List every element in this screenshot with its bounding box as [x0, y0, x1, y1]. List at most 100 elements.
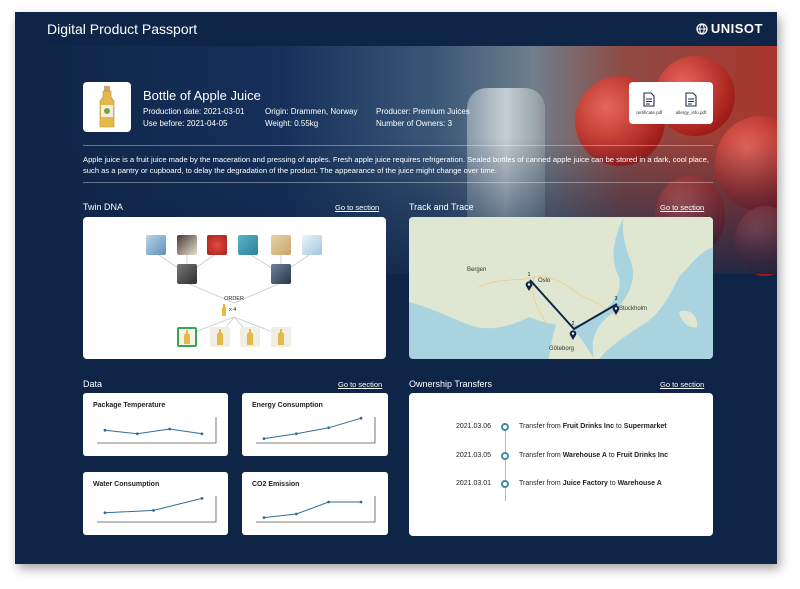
chart-point: [200, 497, 204, 500]
place-stockholm: Stockholm: [619, 306, 648, 312]
dna-connections: [155, 252, 313, 336]
transfer-date: 2021.03.06: [455, 423, 491, 430]
juice-factory-node[interactable]: [177, 264, 197, 284]
bottle-node[interactable]: [240, 327, 260, 347]
producer: Producer: Premium Juices: [376, 107, 470, 116]
transfer-text: Transfer from Warehouse A to Fruit Drink…: [519, 452, 668, 459]
brand-name: UNISOT: [710, 21, 763, 36]
bottle-icon: [217, 329, 223, 345]
chart-point: [200, 432, 204, 436]
route-map: [409, 217, 713, 359]
sugar-ingredient-node[interactable]: [177, 235, 197, 255]
chart-point: [152, 509, 155, 512]
bottle-icon: [278, 329, 284, 345]
top-bar: Digital Product Passport UNISOT: [15, 12, 777, 46]
bottle-node[interactable]: [271, 327, 291, 347]
route-stop-2[interactable]: 2: [569, 321, 577, 345]
package-temperature-card[interactable]: Package Temperature: [83, 393, 228, 456]
energy-consumption-card[interactable]: Energy Consumption: [242, 393, 388, 456]
cap-ingredient-node[interactable]: [302, 235, 322, 255]
glass-ingredient-node[interactable]: [238, 235, 258, 255]
origin: Origin: Drammen, Norway: [265, 107, 358, 116]
water-ingredient-node[interactable]: [146, 235, 166, 255]
transfer-to: Warehouse A: [617, 480, 662, 487]
chart-point: [327, 500, 331, 504]
label-ingredient-node[interactable]: [271, 235, 291, 255]
order-label: ORDER: [224, 296, 244, 302]
chart-point: [262, 516, 266, 519]
sparkline: [256, 496, 376, 523]
timeline-line: [505, 429, 506, 501]
order-node[interactable]: x 4: [221, 304, 236, 316]
chart-point: [103, 511, 107, 515]
apple-ingredient-node[interactable]: [207, 235, 227, 255]
chart-point: [103, 428, 107, 432]
transfer-date: 2021.03.01: [455, 480, 491, 487]
transfer-from: Fruit Drinks Inc: [562, 423, 615, 430]
co2-emission-card[interactable]: CO2 Emission: [242, 472, 388, 535]
transfer-prefix: Transfer from: [519, 452, 563, 459]
divider: [83, 182, 713, 183]
chart-axis: [256, 496, 376, 523]
transfer-prefix: Transfer from: [519, 423, 563, 430]
sparkline: [97, 417, 217, 444]
transfer-mid: to: [607, 480, 618, 487]
map-pin-icon: [569, 330, 577, 340]
product-dates: Production date: 2021-03-01 Use before: …: [143, 106, 244, 130]
stop-number: 2: [571, 321, 575, 327]
weight: Weight: 0.55kg: [265, 119, 319, 128]
owner-count: Number of Owners: 3: [376, 119, 453, 128]
data-title: Data: [83, 379, 103, 389]
water-consumption-card[interactable]: Water Consumption: [83, 472, 228, 535]
chart-point: [168, 427, 172, 431]
product-producer: Producer: Premium Juices Number of Owner…: [376, 106, 470, 130]
apple-photo: [735, 206, 777, 276]
route-stop-1[interactable]: 1: [525, 272, 533, 296]
track-link[interactable]: Go to section: [660, 203, 704, 212]
bottle-node-selected[interactable]: [177, 327, 197, 347]
card-title: CO2 Emission: [252, 481, 300, 488]
ownership-panel: 2021.03.06 Transfer from Fruit Drinks In…: [409, 393, 713, 536]
sparkline: [97, 496, 217, 523]
chart-point: [262, 437, 266, 440]
map-panel[interactable]: Bergen Oslo Stockholm Göteborg 1 2 3: [409, 217, 713, 359]
order-quantity: x 4: [229, 307, 237, 313]
certificate-document[interactable]: certificate.pdf: [636, 91, 662, 115]
brand-logo[interactable]: UNISOT: [696, 21, 763, 36]
ownership-link[interactable]: Go to section: [660, 380, 704, 389]
transfer-from: Warehouse A: [562, 452, 607, 459]
twin-dna-link[interactable]: Go to section: [335, 203, 379, 212]
sparkline: [256, 416, 376, 444]
chart-line: [263, 501, 361, 519]
route-stop-3[interactable]: 3: [612, 296, 620, 320]
card-title: Package Temperature: [93, 402, 166, 409]
data-link[interactable]: Go to section: [338, 380, 382, 389]
transfer-date: 2021.03.05: [455, 452, 491, 459]
map-pin-icon: [612, 305, 620, 315]
document-icon: [685, 91, 697, 107]
timeline-dot: [501, 423, 509, 431]
stop-number: 1: [527, 272, 531, 278]
divider: [83, 145, 713, 146]
ownership-title: Ownership Transfers: [409, 379, 493, 389]
transfer-mid: to: [614, 423, 624, 430]
chart-line: [263, 417, 362, 440]
bottle-icon: [247, 329, 253, 345]
bottle-node[interactable]: [210, 327, 230, 347]
bottle-icon: [222, 304, 226, 316]
map-pin-icon: [525, 281, 533, 291]
place-oslo: Oslo: [538, 278, 551, 284]
bottling-node[interactable]: [271, 264, 291, 284]
product-name: Bottle of Apple Juice: [143, 88, 261, 103]
transfer-from: Juice Factory: [562, 480, 608, 487]
document-icon: [643, 91, 655, 107]
twin-dna-panel: ORDER x 4: [83, 217, 386, 359]
apple-photo: [715, 116, 777, 211]
use-before-date: Use before: 2021-04-05: [143, 119, 228, 128]
track-title: Track and Trace: [409, 202, 474, 212]
allergy-document[interactable]: allergy_info.pdf: [675, 91, 707, 115]
product-image: [83, 82, 131, 132]
stop-number: 3: [614, 296, 618, 302]
allergy-label: allergy_info.pdf: [675, 109, 707, 115]
card-title: Energy Consumption: [252, 402, 323, 409]
